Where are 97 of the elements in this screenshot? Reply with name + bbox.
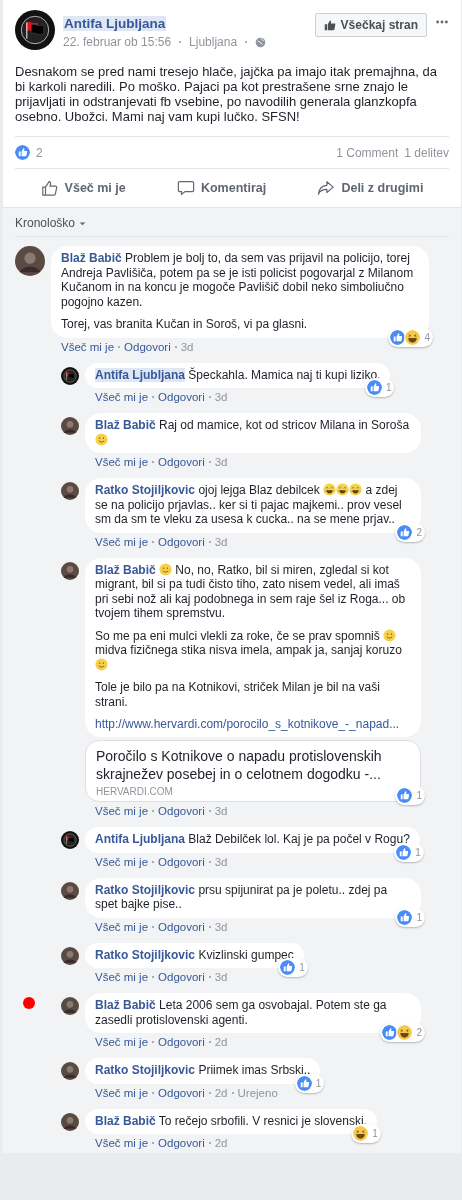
reaction-count: 2 [416,1027,422,1038]
comment-text: Blaž Babič Problem je bolj to, da sem vas prijavil na policijo, torej Andreja Pavlišiča, potem pa se je isti policist pogovarjal z Milanom Kučanom in na koncu je mogoče Pavlišič dobil neko simboliučno pogojno kazen. [61,251,415,309]
like-reaction-icon [295,1074,313,1092]
reply-link[interactable]: Odgovori [158,456,205,468]
flag-logo-avatar [61,366,79,385]
like-link[interactable]: Všeč mi je [95,855,149,868]
comment-text: Blaž Babič No, no, Ratko, bil si miren, zgledal si kot migrant, bil si pa tudi čisto tiho, zato nisem vedel, ali imaš pri sebi nož ali kaj podobnega in sem raje šel iz Roga... ob tvojem tihem spremstvu. [95,562,407,621]
like-reaction-icon [396,787,414,804]
sort-dropdown[interactable]: Kronološko [15,214,449,237]
like-reaction-icon [396,908,414,926]
laughing-emoji-icon [336,483,350,496]
reaction-count: 1 [315,1077,322,1089]
share-arrow-icon [317,179,336,197]
author-link[interactable]: Blaž Babič [95,998,156,1012]
avatar-silhouette [15,246,45,276]
reply-link[interactable]: Odgovori [158,971,205,983]
flag-logo-avatar [15,10,55,50]
smiley-emoji-icon [95,657,108,671]
post-text: Desnakom se pred nami tresejo hlače, jajčka pa imajo itak premajhna, da bi karkoli naredili. Po moško. Pajaci pa kot prestrašene srne znajo le prijavljati in odstranjevati fb vsebine, po navodilih generala glanzkopfa osebno. Ubožci. Mami naj vam kupi lučko. SFSN! [15,64,438,124]
author-link[interactable]: Antifa Ljubljana [95,832,185,846]
reply-link[interactable]: Odgovori [158,805,205,817]
like-link[interactable]: Všeč mi je [95,1036,149,1048]
reaction-badge[interactable]: 1 [351,1124,381,1143]
smiley-emoji-icon [159,562,173,576]
flag-logo-avatar [61,831,79,849]
smiley-emoji-icon [95,432,108,446]
reply-link[interactable]: Odgovori [158,855,205,868]
avatar-silhouette [61,561,79,580]
comment-text: Tole je bilo pa na Kotnikovi, striček Milan je bil na vaši strani. [95,680,381,709]
comment-text: Ratko Stojiljkovic prsu spijunirat pa je poletu.. zdej pa spet bajke pise.. [95,882,389,912]
laughing-emoji-icon [323,483,337,496]
author-link[interactable]: Ratko Stojiljkovic [95,947,196,962]
avatar-silhouette [61,997,79,1015]
author-link[interactable]: Antifa Ljubljana [63,16,167,31]
speech-bubble-icon [176,179,195,197]
like-link[interactable]: Všeč mi je [95,971,149,983]
reaction-count: 1 [415,846,421,858]
reply-link[interactable]: Odgovori [158,1137,205,1149]
laughing-reaction-icon [396,1024,414,1041]
reply-link[interactable]: Odgovori [158,1036,205,1048]
globe-icon [255,36,267,48]
comment-text: So me pa eni mulci vlekli za roke, če se prav spomniš midva fizičnega stika nisva imela, ampak ja, sanjaj koruzo [95,628,411,672]
author-link[interactable]: Antifa Ljubljana [95,367,185,382]
like-reaction-icon [396,523,414,541]
reply-link[interactable]: Odgovori [158,1086,205,1099]
reaction-count: 1 [299,962,305,973]
reaction-count: 1 [372,1128,378,1139]
post-action-button[interactable]: Deli z drugimi [307,171,434,205]
author-link[interactable]: Blaž Babič [61,251,122,265]
reply-link[interactable]: Odgovori [158,535,205,548]
author-link[interactable]: Blaž Babič [95,562,156,577]
like-reaction-icon [389,328,407,346]
thumb-icon [323,19,336,31]
like-link[interactable]: Všeč mi je [95,391,149,403]
url-link[interactable]: http://www.hervardi.com/porocilo_s_kotnikove_-_napad... [95,717,411,731]
post-action-button[interactable]: Komentiraj [166,171,277,205]
comment-text: Torej, vas branita Kučan in Soroš, vi pa glasni. [61,317,309,332]
like-link[interactable]: Všeč mi je [95,805,149,817]
laughing-reaction-icon [404,328,422,346]
like-link[interactable]: Všeč mi je [95,1086,149,1099]
like-link[interactable]: Všeč mi je [95,1137,149,1149]
author-link[interactable]: Ratko Stojiljkovic [95,882,196,897]
reaction-badge[interactable]: 1 [278,958,308,977]
reaction-count: 1 [416,911,422,923]
avatar-silhouette [61,946,79,965]
reaction-count: 1 [416,790,422,801]
like-reaction-icon [381,1024,399,1041]
like-reaction-icon [365,379,383,396]
author-link[interactable]: Ratko Stojiljkovic [95,1063,196,1077]
reaction-count: 2 [416,526,422,538]
avatar-silhouette [61,482,79,500]
avatar-silhouette [61,1062,79,1080]
comment-text: Blaž Babič Raj od mamice, kot od stricov Milana in Soroša [95,418,411,447]
reaction-count: 4 [424,331,430,343]
like-page-button[interactable]: Všečkaj stran [314,13,427,37]
preview-title: Poročilo s Kotnikove o napadu protislovenskih skrajnežev posebej in o celotnem dogodku -... [96,747,383,783]
like-link[interactable]: Všeč mi je [95,456,149,468]
author-link[interactable]: Blaž Babič [95,418,156,432]
smiley-emoji-icon [383,628,397,642]
post-action-button[interactable]: Všeč mi je [30,171,136,205]
like-link[interactable]: Všeč mi je [61,340,115,353]
like-link[interactable]: Všeč mi je [95,535,149,548]
avatar-silhouette [61,417,79,435]
avatar-silhouette [61,881,79,900]
reply-link[interactable]: Odgovori [158,920,205,933]
thumbs-up-icon [40,179,59,197]
reaction-count: 1 [385,382,392,393]
author-link[interactable]: Ratko Stojiljkovic [95,483,196,497]
like-reaction-icon [15,145,30,160]
reply-link[interactable]: Odgovori [158,391,205,403]
reply-link[interactable]: Odgovori [124,340,171,353]
laughing-reaction-icon [352,1125,370,1142]
avatar-silhouette [61,1112,79,1131]
author-link[interactable]: Blaž Babič [95,1113,156,1128]
like-link[interactable]: Všeč mi je [95,920,149,933]
laughing-emoji-icon [349,483,363,496]
preview-domain: HERVARDI.COM [96,786,174,797]
